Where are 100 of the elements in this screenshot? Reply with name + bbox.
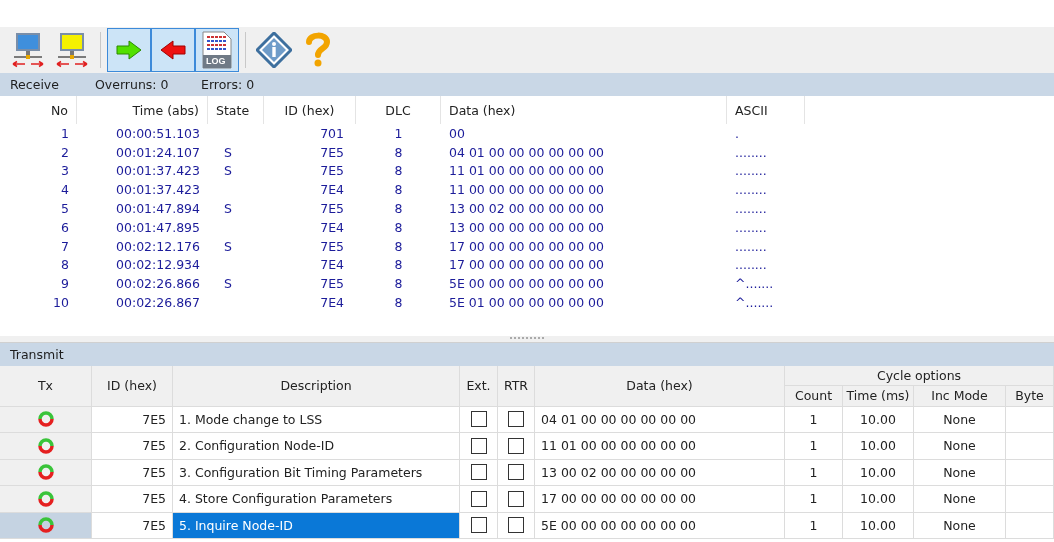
table-cell-text: 8 — [393, 275, 404, 294]
table-cell-text: ^....... — [734, 294, 775, 312]
table-cell-text: S — [223, 275, 233, 294]
table-cell-text: 9 — [60, 275, 70, 294]
table-cell-text: 8 — [393, 218, 404, 237]
section-title: Receive — [10, 77, 60, 92]
table-cell-text: 00:02:12.176 — [115, 237, 201, 256]
table-cell-text: 7E4 — [319, 181, 345, 200]
toolbar-button[interactable]: LOG — [195, 28, 239, 72]
column-header[interactable]: No — [0, 96, 77, 124]
overruns-count: Overruns: 0 — [95, 77, 170, 92]
table-cell-text: 00:01:24.107 — [115, 143, 201, 162]
info-icon — [256, 32, 292, 68]
table-cell-text: 13 00 02 00 00 00 00 00 — [448, 200, 606, 218]
column-header[interactable]: ASCII — [727, 96, 805, 124]
table-cell-text: 4 — [60, 181, 70, 200]
toolbar-button[interactable] — [151, 28, 195, 72]
table-cell-text: 8 — [393, 162, 404, 181]
table-cell-text: ........ — [734, 181, 768, 200]
log-label: LOG — [206, 55, 226, 68]
table-cell-text: 8 — [393, 237, 404, 256]
table-cell-text: 10 — [52, 294, 70, 312]
arrow-right-icon — [116, 40, 142, 60]
table-cell-text: 00:01:47.895 — [115, 218, 201, 237]
table-cell-text: ........ — [734, 162, 768, 181]
table-cell-text: 7E5 — [319, 200, 345, 218]
table-cell-text: 8 — [393, 143, 404, 162]
checkbox[interactable] — [470, 464, 487, 481]
arrow-left-icon — [160, 40, 186, 60]
table-cell-text: 8 — [393, 294, 404, 312]
row-header[interactable] — [0, 486, 92, 512]
help-icon — [305, 32, 331, 68]
table-cell-text: 13 00 00 00 00 00 00 00 — [448, 218, 606, 237]
table-cell-text: ........ — [734, 218, 768, 237]
table-cell-text: 00:01:37.423 — [115, 181, 201, 200]
table-cell-text: 5 — [60, 200, 70, 218]
table-cell-text: 6 — [60, 218, 70, 237]
column-header[interactable]: Time (abs) — [77, 96, 208, 124]
checkbox[interactable] — [470, 490, 487, 507]
table-cell-text: 17 00 00 00 00 00 00 00 — [448, 256, 606, 275]
table-cell-text: 5E 01 00 00 00 00 00 00 — [448, 294, 605, 312]
cycle-arrows-icon — [37, 437, 54, 454]
column-header[interactable]: State — [208, 96, 264, 124]
cycle-arrows-icon — [37, 464, 54, 481]
checkbox[interactable] — [508, 517, 524, 534]
column-header[interactable]: DLC — [356, 96, 441, 124]
table-cell-text: 7E4 — [319, 256, 345, 275]
column-header[interactable]: Tx — [0, 365, 92, 406]
table-cell-text: 7E5 — [319, 237, 345, 256]
table-cell-text: 5E 00 00 00 00 00 00 00 — [448, 275, 605, 294]
toolbar-button[interactable] — [107, 28, 151, 72]
column-header[interactable]: Description — [173, 365, 460, 406]
table-cell-text: 11 00 00 00 00 00 00 00 — [448, 181, 606, 200]
table-cell-text: 1 — [393, 124, 404, 143]
table-cell-text: 11 01 00 00 00 00 00 00 — [448, 162, 606, 181]
table-cell-text: 00:02:26.867 — [115, 294, 201, 312]
table-cell-text: S — [223, 143, 233, 162]
row-header[interactable] — [0, 512, 92, 538]
table-cell-text: ........ — [734, 143, 768, 162]
network-computer-icon — [11, 32, 45, 68]
checkbox[interactable] — [470, 437, 487, 454]
table-cell-text: 701 — [319, 124, 345, 143]
column-header[interactable]: Data (hex) — [441, 96, 727, 124]
column-header[interactable]: ID (hex) — [92, 365, 173, 406]
column-header[interactable]: ID (hex) — [264, 96, 356, 124]
table-cell-text: 17 00 00 00 00 00 00 00 — [448, 237, 606, 256]
table-cell-text: 00:02:12.934 — [115, 256, 201, 275]
table-cell-text: 3 — [60, 162, 70, 181]
checkbox[interactable] — [508, 437, 524, 454]
table-cell-text: 8 — [393, 256, 404, 275]
table-cell-text: 7E4 — [319, 218, 345, 237]
row-header[interactable] — [0, 433, 92, 459]
checkbox[interactable] — [508, 490, 524, 507]
column-header[interactable]: Inc Mode — [914, 385, 1006, 406]
column-header[interactable]: Byte — [1006, 385, 1054, 406]
table-cell-text: 1 — [60, 124, 70, 143]
checkbox[interactable] — [508, 411, 524, 428]
checkbox[interactable] — [508, 464, 524, 481]
table-cell: 5. Inquire Node-ID — [173, 512, 460, 538]
table-cell-text: 7 — [60, 237, 70, 256]
column-header[interactable]: RTR — [498, 365, 535, 406]
row-header[interactable] — [0, 406, 92, 432]
table-cell-text: ........ — [734, 256, 768, 275]
column-header[interactable]: Ext. — [460, 365, 498, 406]
table-cell-text: ........ — [734, 200, 768, 218]
section-title: Transmit — [10, 346, 65, 362]
table-cell-text: 8 — [60, 256, 70, 275]
column-header[interactable]: Data (hex) — [535, 365, 785, 406]
table-cell-text: 00:01:47.894 — [115, 200, 201, 218]
cycle-arrows-icon — [37, 517, 54, 534]
errors-count: Errors: 0 — [201, 77, 256, 92]
row-header[interactable] — [0, 459, 92, 485]
column-header[interactable]: Time (ms) — [843, 385, 914, 406]
checkbox[interactable] — [470, 517, 487, 534]
table-cell-text: 00:02:26.866 — [115, 275, 201, 294]
table-cell-text: 8 — [393, 181, 404, 200]
checkbox[interactable] — [470, 411, 487, 428]
table-cell-text: S — [223, 237, 233, 256]
column-header[interactable]: Count — [785, 385, 843, 406]
table-cell-text: 7E5 — [319, 143, 345, 162]
